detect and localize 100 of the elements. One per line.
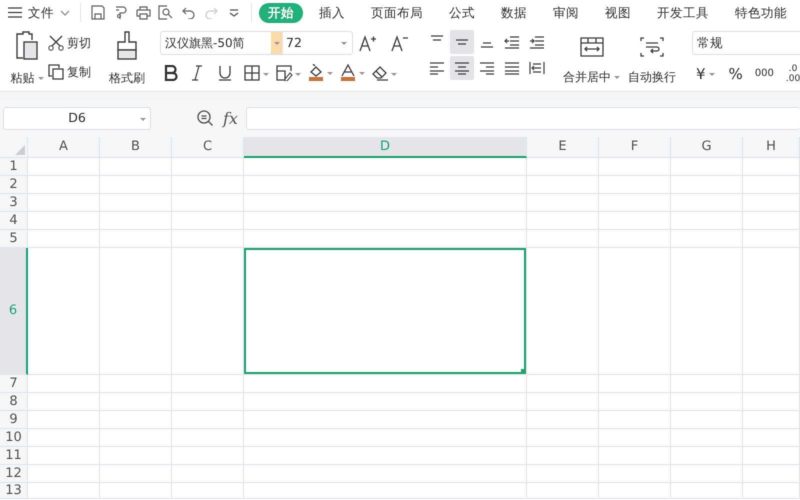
row-header[interactable]: 7 [0, 375, 28, 393]
grid-cell[interactable] [671, 393, 743, 411]
increase-decimal-button[interactable]: .0 .00 [786, 64, 800, 84]
grid-cell[interactable] [527, 194, 599, 212]
grid-cell[interactable] [244, 194, 527, 212]
percent-button[interactable]: % [728, 63, 743, 86]
align-center-icon[interactable] [450, 56, 474, 80]
grid-cell[interactable] [743, 230, 800, 248]
ribbon-tab[interactable]: 公式 [436, 2, 488, 22]
grid-cell[interactable] [244, 230, 527, 248]
row-header[interactable]: 1 [0, 158, 28, 176]
grid-cell[interactable] [28, 411, 100, 429]
brush-icon[interactable] [116, 31, 138, 61]
row-header[interactable]: 11 [0, 447, 28, 465]
grid-cell[interactable] [100, 375, 172, 393]
grid-cell[interactable] [671, 411, 743, 429]
grid-cell[interactable] [743, 375, 800, 393]
copy-button[interactable]: 复制 [48, 63, 104, 81]
paste-button[interactable]: 粘贴 [10, 69, 44, 87]
grid-cell[interactable] [172, 483, 244, 499]
grid-cell[interactable] [599, 375, 671, 393]
formula-input[interactable] [246, 107, 800, 130]
grid-cell[interactable] [527, 447, 599, 465]
thousands-separator-button[interactable]: 000 [754, 69, 774, 80]
grid-cell[interactable] [527, 483, 599, 499]
grid-cell[interactable] [100, 483, 172, 499]
grid-cell[interactable] [244, 411, 527, 429]
grid-cell[interactable] [599, 158, 671, 176]
bold-icon[interactable] [164, 64, 178, 80]
grid-cell[interactable] [100, 465, 172, 483]
grid-cell[interactable] [172, 429, 244, 447]
currency-button[interactable]: ¥ [696, 63, 715, 86]
grid-cell[interactable] [527, 158, 599, 176]
grid-cell[interactable] [743, 212, 800, 230]
grid-cell[interactable] [527, 393, 599, 411]
grid-cell[interactable] [100, 176, 172, 194]
grid-cell[interactable] [28, 375, 100, 393]
grid-cell[interactable] [527, 375, 599, 393]
grid-cell[interactable] [527, 230, 599, 248]
cut-button[interactable]: 剪切 [48, 34, 104, 52]
format-painter-button[interactable]: 格式刷 [109, 69, 145, 87]
column-header[interactable]: F [599, 137, 671, 158]
grid-cell[interactable] [743, 194, 800, 212]
grid-cell[interactable] [172, 393, 244, 411]
row-header[interactable]: 9 [0, 411, 28, 429]
column-header[interactable]: C [172, 137, 244, 158]
grid-cell[interactable] [671, 375, 743, 393]
grid-cell[interactable] [172, 248, 244, 375]
underline-icon[interactable] [218, 64, 232, 80]
grid-cell[interactable] [527, 248, 599, 375]
column-header[interactable]: B [100, 137, 172, 158]
grid-cell[interactable] [28, 248, 100, 375]
ribbon-tab[interactable]: 开发工具 [644, 2, 722, 22]
grid-cell[interactable] [527, 465, 599, 483]
row-header[interactable]: 3 [0, 194, 28, 212]
grid-cell[interactable] [244, 465, 527, 483]
grid-cell[interactable] [599, 447, 671, 465]
grid-cell[interactable] [671, 194, 743, 212]
grid-cell[interactable] [743, 465, 800, 483]
paste-icon[interactable] [15, 31, 39, 61]
column-header[interactable]: A [28, 137, 100, 158]
grid-cell[interactable] [172, 194, 244, 212]
grid-cell[interactable] [100, 194, 172, 212]
grid-cell[interactable] [671, 230, 743, 248]
ribbon-tab[interactable]: 插入 [306, 2, 358, 22]
grid-cell[interactable] [28, 393, 100, 411]
grid-cell[interactable] [100, 158, 172, 176]
grid-cell[interactable] [172, 212, 244, 230]
column-header[interactable]: H [743, 137, 800, 158]
grid-cell[interactable] [599, 393, 671, 411]
wrap-text-icon[interactable] [640, 37, 664, 57]
grid-cell[interactable] [28, 230, 100, 248]
grid-cell[interactable] [100, 212, 172, 230]
increase-font-size-icon[interactable] [359, 34, 377, 52]
grid-cell[interactable] [599, 212, 671, 230]
grid-cell[interactable] [244, 393, 527, 411]
grid-cell[interactable] [743, 483, 800, 499]
grid-cell[interactable] [100, 411, 172, 429]
grid-cell[interactable] [100, 393, 172, 411]
row-header[interactable]: 4 [0, 212, 28, 230]
column-header[interactable]: E [527, 137, 599, 158]
function-label[interactable]: fx [223, 106, 238, 130]
fill-color-icon[interactable] [308, 64, 334, 81]
grid-cell[interactable] [28, 447, 100, 465]
grid-cell[interactable] [100, 429, 172, 447]
grid-cell[interactable] [743, 429, 800, 447]
font-color-icon[interactable] [340, 64, 366, 81]
copy-icon[interactable] [48, 64, 64, 80]
font-name-field[interactable]: 汉仪旗黑-50简 [161, 34, 271, 52]
grid-cell[interactable] [527, 411, 599, 429]
grid-cell[interactable] [743, 176, 800, 194]
row-header[interactable]: 8 [0, 393, 28, 411]
zoom-icon[interactable] [197, 110, 214, 127]
fill-handle[interactable] [521, 369, 526, 374]
row-header[interactable]: 10 [0, 429, 28, 447]
font-size-field[interactable]: 72 [283, 34, 341, 52]
grid-cell[interactable] [599, 411, 671, 429]
grid-cell[interactable] [599, 465, 671, 483]
grid-cell[interactable] [527, 176, 599, 194]
grid-cell[interactable] [172, 447, 244, 465]
